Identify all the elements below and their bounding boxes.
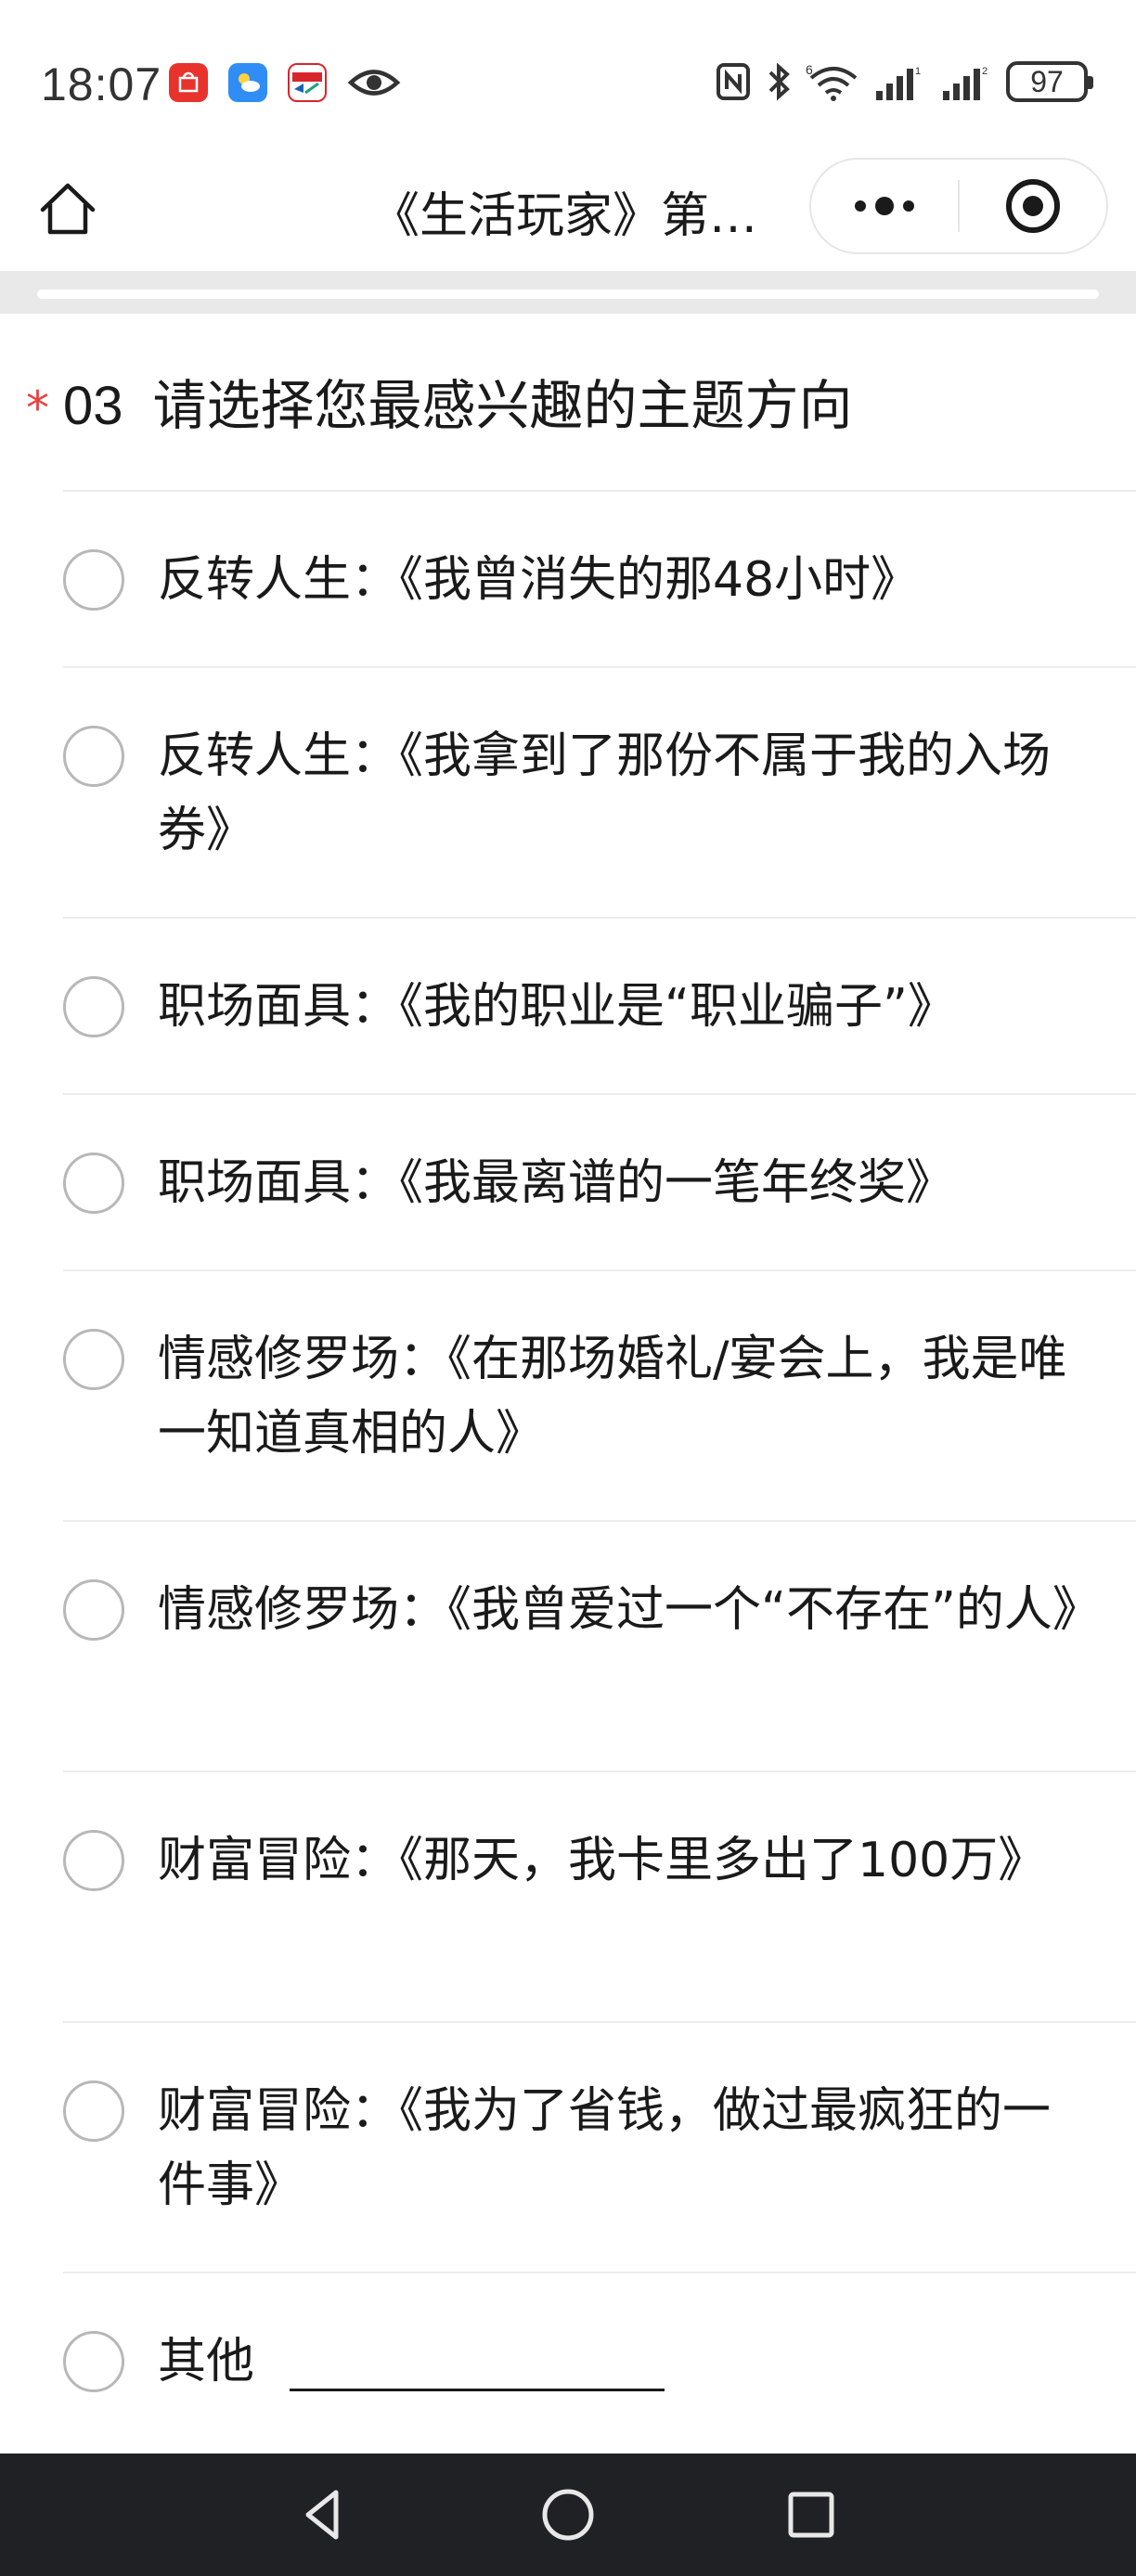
option-label: 反转人生：《我拿到了那份不属于我的入场券》: [158, 728, 1052, 858]
miniprogram-capsule: [809, 158, 1108, 254]
other-text-input[interactable]: [290, 2389, 665, 2391]
svg-text:2: 2: [982, 66, 988, 77]
home-circle-icon[interactable]: [535, 2481, 601, 2548]
home-icon[interactable]: [37, 178, 98, 239]
question-title: 请选择您最感兴趣的主题方向: [152, 374, 853, 437]
option-label: 财富冒险：《那天，我卡里多出了100万》: [158, 1833, 1047, 1888]
option-item[interactable]: 职场面具：《我最离谱的一笔年终奖》: [63, 1093, 1136, 1269]
notification-icons: [169, 63, 401, 102]
radio-button[interactable]: [63, 549, 124, 611]
option-item-other[interactable]: 其他: [63, 2272, 1136, 2448]
option-item[interactable]: 财富冒险：《那天，我卡里多出了100万》: [63, 1771, 1136, 2021]
option-label: 职场面具：《我最离谱的一笔年终奖》: [158, 1155, 955, 1211]
question-number: 03: [63, 376, 123, 436]
unionpay-app-icon: [288, 63, 327, 102]
option-item[interactable]: 财富冒险：《我为了省钱，做过最疯狂的一件事》: [63, 2021, 1136, 2272]
option-label: 反转人生：《我曾消失的那48小时》: [158, 552, 920, 608]
option-item[interactable]: 职场面具：《我的职业是“职业骗子”》: [63, 917, 1136, 1093]
option-label: 情感修罗场：《在那场婚礼/宴会上，我是唯一知道真相的人》: [158, 1332, 1067, 1462]
option-label: 职场面具：《我的职业是“职业骗子”》: [158, 979, 956, 1035]
required-mark: *: [26, 381, 49, 435]
system-status-icons: 6 1 2 97: [715, 61, 1093, 102]
target-close-icon[interactable]: [960, 160, 1106, 252]
weather-app-icon: [228, 63, 267, 102]
recents-square-icon[interactable]: [778, 2481, 845, 2548]
wifi-6-icon: 6: [806, 62, 858, 101]
radio-button[interactable]: [63, 1329, 124, 1390]
svg-text:1: 1: [915, 66, 921, 77]
battery-indicator: 97: [1006, 61, 1093, 102]
more-icon[interactable]: [811, 160, 958, 252]
signal-icon: 2: [943, 66, 988, 100]
radio-button[interactable]: [63, 1153, 124, 1214]
progress-track: [37, 290, 1099, 299]
question-header: * 03 请选择您最感兴趣的主题方向: [26, 362, 853, 440]
nav-bar: 《生活玩家》第…: [0, 158, 1136, 269]
radio-button[interactable]: [63, 2080, 124, 2142]
radio-button[interactable]: [63, 1830, 124, 1891]
eye-icon: [347, 63, 401, 102]
signal-icon: 1: [876, 66, 921, 100]
status-time: 18:07: [41, 58, 162, 110]
radio-button[interactable]: [63, 726, 124, 787]
option-label: 财富冒险：《我为了省钱，做过最疯狂的一件事》: [158, 2083, 1052, 2213]
option-item[interactable]: 情感修罗场：《我曾爱过一个“不存在”的人》: [63, 1520, 1136, 1771]
svg-text:6: 6: [806, 62, 813, 77]
system-navigation-bar: [0, 2454, 1136, 2576]
bluetooth-icon: [768, 62, 790, 101]
option-label: 其他: [158, 2334, 255, 2389]
option-item[interactable]: 情感修罗场：《在那场婚礼/宴会上，我是唯一知道真相的人》: [63, 1269, 1136, 1520]
status-bar: 18:07 6 1 2 97: [0, 0, 1136, 158]
options-list: 反转人生：《我曾消失的那48小时》 反转人生：《我拿到了那份不属于我的入场券》 …: [63, 490, 1136, 2448]
back-triangle-icon[interactable]: [291, 2481, 358, 2548]
option-item[interactable]: 反转人生：《我曾消失的那48小时》: [63, 490, 1136, 666]
option-label: 情感修罗场：《我曾爱过一个“不存在”的人》: [158, 1582, 1101, 1638]
radio-button[interactable]: [63, 2331, 124, 2392]
option-item[interactable]: 反转人生：《我拿到了那份不属于我的入场券》: [63, 666, 1136, 917]
radio-button[interactable]: [63, 1579, 124, 1641]
nfc-icon: [716, 63, 750, 100]
radio-button[interactable]: [63, 976, 124, 1037]
huawei-appgallery-icon: [169, 63, 208, 102]
battery-level: 97: [1030, 64, 1064, 98]
page-title: 《生活玩家》第…: [371, 188, 758, 244]
